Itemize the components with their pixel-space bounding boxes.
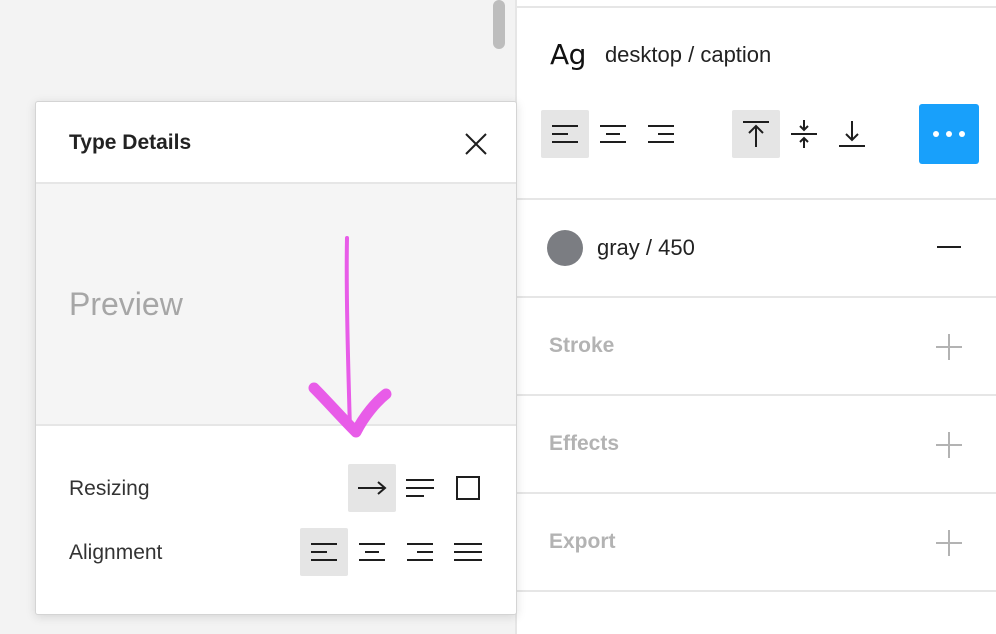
text-align-center-button[interactable] xyxy=(589,110,637,158)
close-icon xyxy=(465,133,487,155)
align-center-icon xyxy=(600,125,626,143)
align-bottom-icon xyxy=(839,121,865,147)
modal-justify-button[interactable] xyxy=(444,528,492,576)
square-icon xyxy=(456,476,480,500)
fill-color-swatch[interactable] xyxy=(547,230,583,266)
effects-section-label: Effects xyxy=(549,432,620,455)
modal-header: Type Details xyxy=(36,102,516,184)
arrow-right-icon xyxy=(358,481,387,495)
fill-style-name: gray / 450 xyxy=(597,235,695,260)
align-justify-icon xyxy=(454,543,482,561)
add-export-icon[interactable] xyxy=(936,530,962,556)
stroke-section-label: Stroke xyxy=(549,334,615,357)
text-style-name: desktop / caption xyxy=(604,41,772,67)
preview-text: Preview xyxy=(69,286,183,322)
add-effect-icon[interactable] xyxy=(936,432,962,458)
alignment-label: Alignment xyxy=(69,541,163,564)
text-style-row[interactable]: Ag desktop / caption xyxy=(550,38,771,71)
modal-align-left-button[interactable] xyxy=(300,528,348,576)
vertical-align-middle-button[interactable] xyxy=(780,110,828,158)
align-right-icon xyxy=(407,543,433,561)
design-properties-panel: Ag desktop / caption gray / 450 Stroke E… xyxy=(515,0,996,634)
section-divider xyxy=(517,394,996,396)
resizing-label: Resizing xyxy=(69,477,150,500)
add-stroke-icon[interactable] xyxy=(936,334,962,360)
modal-align-right-button[interactable] xyxy=(396,528,444,576)
text-align-left-button[interactable] xyxy=(541,110,589,158)
fill-style-row[interactable]: gray / 450 xyxy=(547,230,695,266)
align-top-icon xyxy=(743,121,769,147)
section-divider xyxy=(517,296,996,298)
vertical-align-bottom-button[interactable] xyxy=(828,110,876,158)
scrollbar-thumb[interactable] xyxy=(493,0,505,49)
align-center-icon xyxy=(359,543,385,561)
resize-fixed-button[interactable] xyxy=(444,464,492,512)
modal-title: Type Details xyxy=(69,131,192,154)
vertical-align-top-button[interactable] xyxy=(732,110,780,158)
align-right-icon xyxy=(648,125,674,143)
section-divider xyxy=(517,590,996,592)
align-middle-icon xyxy=(791,120,817,148)
more-horizontal-icon xyxy=(933,131,965,137)
panel-top-divider xyxy=(517,6,996,8)
remove-fill-icon[interactable] xyxy=(937,246,961,248)
type-preview-area: Preview xyxy=(36,184,516,426)
section-divider xyxy=(517,198,996,200)
align-left-icon xyxy=(311,543,337,561)
close-modal-button[interactable] xyxy=(462,130,490,158)
text-style-glyph-icon: Ag xyxy=(550,38,586,71)
resize-auto-width-button[interactable] xyxy=(348,464,396,512)
section-divider xyxy=(517,492,996,494)
modal-align-center-button[interactable] xyxy=(348,528,396,576)
type-details-button[interactable] xyxy=(919,104,979,164)
text-align-right-button[interactable] xyxy=(637,110,685,158)
text-lines-icon xyxy=(406,479,434,497)
export-section-label: Export xyxy=(549,530,616,553)
align-left-icon xyxy=(552,125,578,143)
resize-auto-height-button[interactable] xyxy=(396,464,444,512)
type-details-modal: Type Details Preview Resizing Alignment xyxy=(35,101,517,615)
